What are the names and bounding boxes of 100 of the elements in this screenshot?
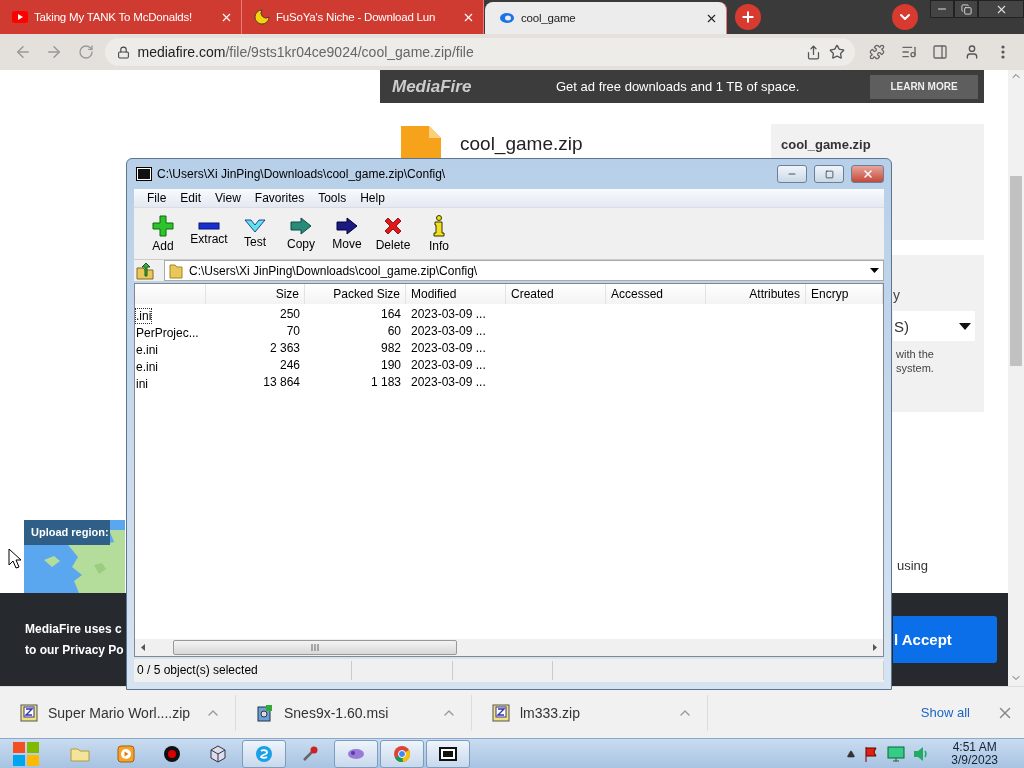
table-cell-text: 190 [379, 357, 402, 374]
panel-note: with the system. [896, 347, 934, 375]
clock-date: 3/9/2023 [951, 753, 998, 767]
caret-up-icon[interactable] [847, 749, 856, 758]
tab-search-button[interactable] [892, 4, 918, 30]
star-icon[interactable] [828, 44, 845, 60]
column-header[interactable]: Attributes [706, 284, 806, 304]
menu-item[interactable]: Help [353, 191, 392, 205]
wrench-icon [301, 744, 319, 763]
column-header[interactable]: Accessed [606, 284, 706, 304]
flag-icon[interactable] [863, 745, 880, 762]
status-text: 0 / 5 object(s) selected [134, 661, 352, 680]
file-name: cool_game.zip [460, 133, 583, 155]
scroll-thumb[interactable] [1010, 176, 1022, 366]
show-all-link[interactable]: Show all [920, 705, 970, 720]
column-header[interactable]: Modified [406, 284, 506, 304]
download-item[interactable]: lm333.zip [472, 694, 708, 731]
crescent-icon [254, 9, 270, 25]
banner-text: Get ad free downloads and 1 TB of space. [556, 79, 801, 94]
plus-icon [740, 9, 756, 25]
installer-icon [256, 703, 274, 722]
menu-item[interactable]: Edit [173, 191, 209, 205]
arrow-right-icon [336, 216, 358, 235]
menu-item[interactable]: Tools [311, 191, 354, 205]
toolbar-button[interactable]: Delete [370, 210, 416, 257]
file-name-cell[interactable]: e.ini [136, 343, 158, 357]
caret-down-icon [870, 268, 879, 273]
new-tab-button[interactable] [735, 4, 761, 30]
restore-icon [960, 3, 972, 15]
maximize-icon [824, 169, 834, 179]
download-item[interactable]: Snes9x-1.60.msi [236, 694, 472, 731]
toolbar-button[interactable]: Copy [278, 210, 324, 257]
minimize-button[interactable] [777, 165, 807, 183]
toolbar-button[interactable]: Move [324, 210, 370, 257]
minimize-button[interactable] [930, 0, 954, 18]
table-cell-text: 70 [285, 323, 301, 340]
cross-icon [383, 215, 403, 236]
browser-tab[interactable]: cool_game [485, 2, 727, 34]
taskbar-app[interactable] [426, 739, 470, 768]
column-header[interactable]: Packed Size [305, 284, 406, 304]
folder-icon [70, 745, 90, 762]
maximize-button[interactable] [814, 165, 844, 183]
address-bar[interactable]: mediafire.com/file/9sts1kr04ce9024/cool_game.zip/file [104, 38, 855, 66]
share-icon[interactable] [805, 44, 821, 60]
file-name-cell[interactable]: .ini [136, 309, 152, 323]
browser-tab[interactable]: Taking My TANK To McDonalds! [0, 0, 242, 34]
column-header[interactable]: Size [206, 284, 305, 304]
record-icon [163, 744, 181, 763]
download-item[interactable]: Super Mario Worl....zip [0, 694, 236, 731]
table-cell-text: 13 864 [262, 374, 301, 391]
speaker-icon[interactable] [913, 745, 930, 762]
browser-tab[interactable]: FuSoYa's Niche - Download Lun [242, 0, 484, 34]
menu-item[interactable]: View [208, 191, 248, 205]
toolbar-button[interactable]: Extract [186, 210, 232, 257]
table-cell-text: 2023-03-09 ... [410, 374, 487, 391]
play-icon [12, 11, 28, 23]
accept-button[interactable]: l Accept [893, 616, 997, 663]
toolbar-button[interactable]: Test [232, 210, 278, 257]
close-button[interactable] [851, 165, 884, 183]
horizontal-scrollbar[interactable] [135, 639, 883, 656]
scroll-thumb[interactable] [173, 640, 457, 655]
menu-item[interactable]: File [140, 191, 174, 205]
table-cell-text: 2 363 [268, 340, 301, 357]
scrollbar[interactable] [1008, 70, 1024, 686]
menu-icon [1001, 45, 1006, 59]
table-cell-text: 2023-03-09 ... [410, 306, 487, 323]
play-icon [117, 744, 135, 763]
minus-icon [198, 221, 220, 230]
chat-icon [255, 744, 273, 763]
mouse-pointer-icon [8, 548, 22, 569]
file-name-cell[interactable]: ini [136, 377, 148, 391]
swoosh-icon [497, 12, 515, 24]
table-cell-text: 250 [278, 306, 301, 323]
column-header[interactable]: Created [506, 284, 606, 304]
file-name-cell[interactable]: e.ini [136, 360, 158, 374]
browser-icon [393, 744, 411, 763]
panel-title: cool_game.zip [781, 137, 871, 152]
puzzle-icon [869, 44, 886, 60]
learn-more-button[interactable]: LEARN MORE [870, 74, 978, 99]
toolbar-button[interactable]: Add [140, 210, 186, 257]
file-name-cell[interactable]: PerProjec... [136, 326, 199, 340]
up-folder-icon[interactable] [136, 261, 154, 280]
column-header[interactable]: Encryp [806, 284, 883, 304]
body-text: using [897, 558, 930, 573]
monitor-icon[interactable] [887, 745, 906, 762]
grip-icon [311, 644, 319, 651]
toolbar-button[interactable]: Info [416, 210, 462, 257]
path-field[interactable]: C:\Users\Xi JinPing\Downloads\cool_game.zip\Config\ [164, 260, 884, 281]
table-cell-text: 164 [379, 306, 402, 323]
window-title: C:\Users\Xi JinPing\Downloads\cool_game.zip\Config\ [157, 167, 447, 181]
menu-item[interactable]: Favorites [247, 191, 312, 205]
side-panel-icon [932, 44, 949, 60]
archive-icon [20, 703, 38, 722]
table-cell-text: 246 [278, 357, 301, 374]
map-label: Upload region: [24, 520, 110, 545]
dropdown[interactable]: S) [893, 311, 975, 341]
lock-icon [116, 45, 130, 59]
playlist-icon [900, 44, 917, 60]
close-button[interactable] [978, 0, 1024, 18]
restore-button[interactable] [954, 0, 978, 18]
